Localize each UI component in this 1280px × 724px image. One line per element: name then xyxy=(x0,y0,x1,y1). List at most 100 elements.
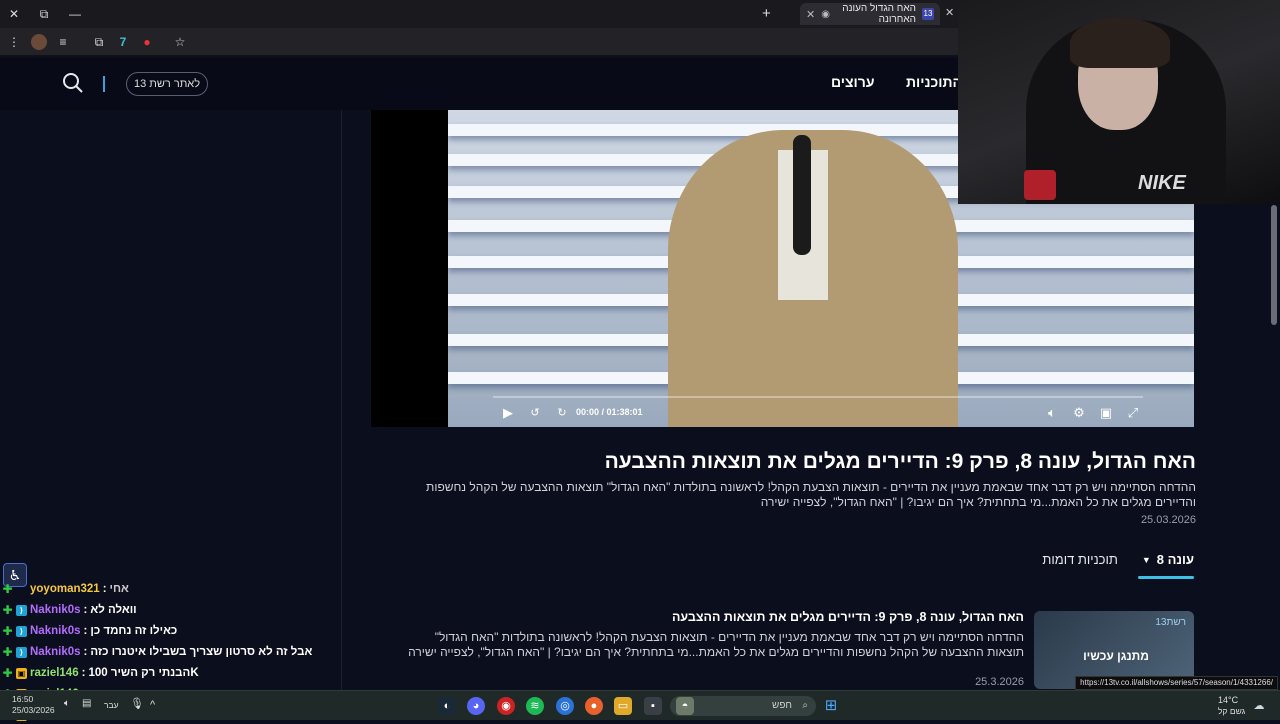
forward-10-icon[interactable]: ↻ xyxy=(553,404,571,422)
chat-message-text: אבל זה לא סרטון שצריך בשבילו איטנרו כזה xyxy=(90,646,313,658)
clock-time[interactable]: 16:50 xyxy=(12,694,33,704)
episode-title: האח הגדול, עונה 8, פרק 9: הדיירים מגלים … xyxy=(604,450,1196,473)
tab-close-icon[interactable]: ✕ xyxy=(806,8,815,21)
browser-tab-bar: ✕ ⧉ — + 13 האח הגדול העונה האחרונה ◉ ✕ ✕ xyxy=(0,0,960,28)
chat-username[interactable]: Naknik0s xyxy=(30,625,81,637)
season-label: עונה 8 xyxy=(1156,552,1194,567)
microphone-icon[interactable]: 🎙︎ xyxy=(130,697,144,710)
header-divider xyxy=(103,76,105,92)
chat-message-text: וואלה לא xyxy=(90,604,137,616)
tab-similar-shows[interactable]: תוכניות דומות xyxy=(1042,552,1117,573)
green-badge-icon xyxy=(16,584,27,595)
tab-audio-icon[interactable]: ◉ xyxy=(821,9,830,20)
tray-chevron-icon[interactable]: ^ xyxy=(150,699,155,711)
subscriber-badge-icon: ✚ xyxy=(2,644,13,659)
settings-gear-icon[interactable]: ⚙ xyxy=(1070,404,1088,422)
content-tabs: עונה 8 ▼ תוכניות דומות xyxy=(1042,552,1194,579)
new-tab-button[interactable]: + xyxy=(762,5,771,22)
chat-message-text: Kהבנתי רק השיר 100 xyxy=(88,667,199,679)
windows-start-icon[interactable]: ⊞ xyxy=(822,697,840,715)
media-control-icon[interactable]: ≡ xyxy=(55,34,71,50)
spotify-icon[interactable]: ≋ xyxy=(526,697,544,715)
blue-badge-icon: ⟩ xyxy=(16,625,27,637)
menu-kebab-icon[interactable]: ⋮ xyxy=(6,34,22,50)
keyboard-language[interactable]: עבר xyxy=(104,700,119,710)
picture-in-picture-icon[interactable]: ▣ xyxy=(1097,404,1115,422)
clock-date[interactable]: 25/03/2026 xyxy=(12,705,55,715)
window-minimize-icon[interactable]: — xyxy=(67,6,83,22)
firefox-icon[interactable]: ● xyxy=(585,697,603,715)
network-site-button[interactable]: לאתר רשת 13 xyxy=(126,72,208,96)
chat-message: ✚ yoyoman321: אחי xyxy=(2,580,128,598)
weather-cloud-icon[interactable]: ☁ xyxy=(1250,697,1268,715)
chat-message: ✚ ▣ raziel146: Kהבנתי רק השיר 100 xyxy=(2,664,199,682)
episode-description: ההדחה הסתיימה ויש רק דבר אחד שבאמת מעניי… xyxy=(426,480,1196,509)
taskbar-search-icon: ⌕ xyxy=(802,700,808,711)
streamer-webcam: NIKE xyxy=(958,0,1280,204)
video-timecode: 00:00 / 01:38:01 xyxy=(576,407,643,417)
chrome-icon[interactable]: ◎ xyxy=(556,697,574,715)
weather-desc: גשם קל xyxy=(1218,706,1246,716)
chat-separator: : xyxy=(102,583,107,595)
dropdown-caret-icon: ▼ xyxy=(1141,554,1151,565)
browser-tab-active[interactable]: 13 האח הגדול העונה האחרונה ◉ ✕ xyxy=(800,3,940,25)
blue-badge-icon: ⟩ xyxy=(16,646,27,658)
episode-date: 25.03.2026 xyxy=(1140,514,1196,526)
speaker-icon[interactable]: 🔈︎ xyxy=(64,698,70,709)
blue-badge-icon: ⟩ xyxy=(16,604,27,616)
extension-icon[interactable]: 7 xyxy=(115,34,131,50)
windows-taskbar: 14°C גשם קל ☁ ⊞ ⌕ חפש ◓ ▪ ▭ ● ◎ ≋ ◉ ◕ ◐ … xyxy=(0,690,1280,720)
now-playing-label: מתנגן עכשיו xyxy=(1083,649,1149,663)
taskbar-app-icon[interactable]: ▪ xyxy=(644,697,662,715)
card-date: 25.3.2026 xyxy=(975,676,1024,688)
card-title: האח הגדול, עונה 8, פרק 9: הדיירים מגלים … xyxy=(671,610,1024,624)
chat-username[interactable]: Naknik0s xyxy=(30,646,81,658)
active-tab-underline xyxy=(1137,576,1194,579)
chat-separator: : xyxy=(83,646,88,658)
steam-icon[interactable]: ◐ xyxy=(438,697,456,715)
subscriber-badge-icon: ✚ xyxy=(2,623,13,638)
tab-title: האח הגדול העונה האחרונה xyxy=(842,3,916,25)
chat-message-text: כאילו זה נחמד כן xyxy=(90,625,178,637)
tab-season-select[interactable]: עונה 8 ▼ xyxy=(1137,552,1194,579)
chat-message: ✚ ⟩ Naknik0s: וואלה לא xyxy=(2,601,137,619)
network-icon[interactable]: ▤ xyxy=(82,698,91,709)
chat-username[interactable]: yoyoman321 xyxy=(30,583,100,595)
chat-username[interactable]: raziel146 xyxy=(30,667,79,679)
tab-close-extra-icon[interactable]: ✕ xyxy=(945,6,954,19)
status-url: https://13tv.co.il/allshows/series/57/se… xyxy=(1075,676,1278,690)
taskbar-widget-icon[interactable]: ◓ xyxy=(676,697,694,715)
discord-icon[interactable]: ◕ xyxy=(467,697,485,715)
fullscreen-icon[interactable]: ⤢ xyxy=(1124,404,1142,422)
video-progress-bar[interactable] xyxy=(493,396,1143,398)
card-description: ההדחה הסתיימה ויש רק דבר אחד שבאמת מעניי… xyxy=(408,630,1024,659)
nav-shows[interactable]: התוכניות xyxy=(906,74,962,90)
profile-avatar-icon[interactable] xyxy=(31,34,47,50)
chat-separator: : xyxy=(83,604,88,616)
weather-temp: 14°C xyxy=(1218,695,1239,705)
site-favicon-icon: 13 xyxy=(922,8,934,20)
channel-logo: רשת13 xyxy=(1155,617,1186,628)
chat-username[interactable]: Naknik0s xyxy=(30,604,81,616)
subscriber-badge-icon: ✚ xyxy=(2,602,13,617)
browser-toolbar: ⋮ ≡ ⧉ 7 ● ☆ xyxy=(0,28,960,56)
window-restore-icon[interactable]: ⧉ xyxy=(36,6,52,22)
shirt-logo: NIKE xyxy=(1138,172,1186,194)
volume-icon[interactable]: 🔈︎ xyxy=(1043,404,1061,422)
search-icon[interactable] xyxy=(62,72,84,94)
file-explorer-icon[interactable]: ▭ xyxy=(614,697,632,715)
nav-channels[interactable]: ערוצים xyxy=(831,74,875,90)
rewind-10-icon[interactable]: ↺ xyxy=(526,404,544,422)
extensions-puzzle-icon[interactable]: ⧉ xyxy=(91,34,107,50)
bookmark-star-icon[interactable]: ☆ xyxy=(172,34,188,50)
subscriber-badge-icon: ✚ xyxy=(2,581,13,596)
chat-message: ✚ ⟩ Naknik0s: כאילו זה נחמד כן xyxy=(2,622,177,640)
play-icon[interactable]: ▶ xyxy=(499,404,517,422)
app-red-icon[interactable]: ◉ xyxy=(497,697,515,715)
page-scrollbar-thumb[interactable] xyxy=(1271,205,1277,325)
chat-message: ✚ ⟩ Naknik0s: אבל זה לא סרטון שצריך בשבילו … xyxy=(2,643,312,661)
window-close-icon[interactable]: ✕ xyxy=(6,6,22,22)
yellow-badge-icon: ▣ xyxy=(16,667,27,679)
chat-separator: : xyxy=(81,667,86,679)
extension-red-icon[interactable]: ● xyxy=(139,34,155,50)
